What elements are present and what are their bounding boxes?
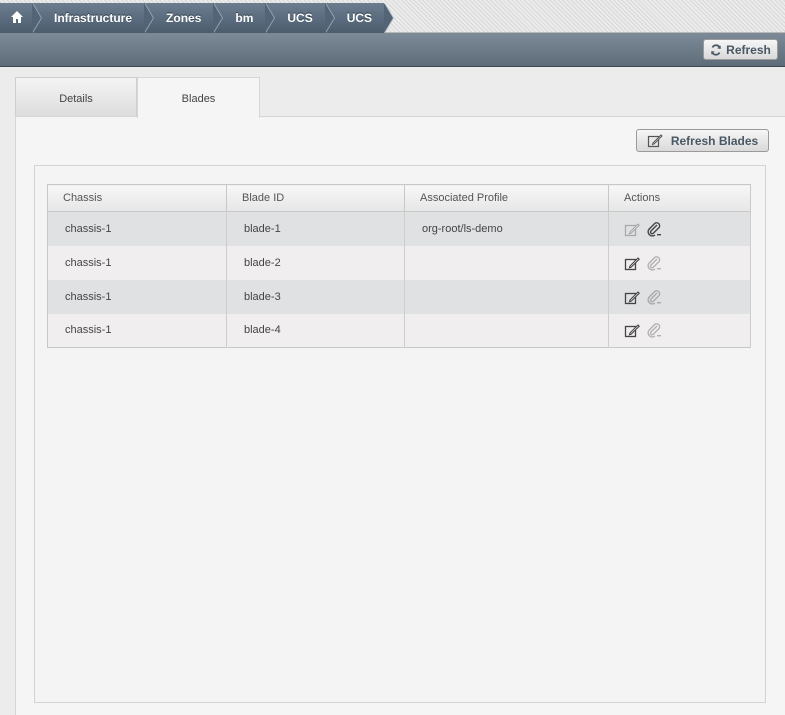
- refresh-label: Refresh: [726, 42, 771, 57]
- cell-blade-id: blade-4: [226, 313, 405, 348]
- cell-actions: [608, 313, 751, 348]
- cell-actions: [608, 245, 751, 280]
- breadcrumb: Infrastructure Zones bm UCS UCS: [0, 3, 395, 33]
- table-row[interactable]: chassis-1 blade-4: [47, 313, 751, 348]
- cell-chassis: chassis-1: [47, 245, 227, 280]
- blades-table: Chassis Blade ID Associated Profile Acti…: [47, 184, 751, 348]
- breadcrumb-home[interactable]: [0, 3, 42, 33]
- disassociate-profile-icon[interactable]: [646, 322, 662, 338]
- cell-blade-id: blade-3: [226, 279, 405, 314]
- cell-associated-profile: [404, 279, 609, 314]
- refresh-blades-label: Refresh Blades: [670, 133, 759, 148]
- cell-actions: [608, 279, 751, 314]
- refresh-icon: [711, 43, 722, 56]
- breadcrumb-bar: Infrastructure Zones bm UCS UCS: [0, 0, 785, 33]
- cell-chassis: chassis-1: [47, 211, 227, 246]
- table-header-row: Chassis Blade ID Associated Profile Acti…: [47, 184, 751, 212]
- home-icon: [11, 11, 23, 24]
- disassociate-profile-icon[interactable]: [646, 255, 662, 271]
- breadcrumb-zones[interactable]: Zones: [144, 3, 224, 33]
- cell-chassis: chassis-1: [47, 279, 227, 314]
- disassociate-profile-icon[interactable]: [646, 289, 662, 305]
- column-header-blade-id[interactable]: Blade ID: [226, 184, 405, 212]
- table-body: chassis-1 blade-1 org-root/ls-demo chassis-…: [47, 211, 751, 348]
- refresh-button[interactable]: Refresh: [703, 39, 778, 60]
- breadcrumb-infrastructure[interactable]: Infrastructure: [32, 3, 155, 33]
- column-header-associated-profile[interactable]: Associated Profile: [404, 184, 609, 212]
- disassociate-profile-icon[interactable]: [646, 221, 662, 237]
- table-row[interactable]: chassis-1 blade-1 org-root/ls-demo: [47, 211, 751, 246]
- edit-icon: [647, 134, 663, 148]
- associate-profile-icon[interactable]: [624, 221, 640, 237]
- tab-details[interactable]: Details: [15, 77, 137, 117]
- toolbar: Refresh: [0, 33, 785, 67]
- cell-blade-id: blade-1: [226, 211, 405, 246]
- table-row[interactable]: chassis-1 blade-2: [47, 245, 751, 280]
- column-header-chassis[interactable]: Chassis: [47, 184, 227, 212]
- cell-blade-id: blade-2: [226, 245, 405, 280]
- associate-profile-icon[interactable]: [624, 289, 640, 305]
- table-row[interactable]: chassis-1 blade-3: [47, 279, 751, 314]
- tab-blades[interactable]: Blades: [137, 77, 260, 118]
- cell-associated-profile: [404, 245, 609, 280]
- cell-chassis: chassis-1: [47, 313, 227, 348]
- refresh-blades-button[interactable]: Refresh Blades: [636, 129, 769, 152]
- column-header-actions: Actions: [608, 184, 751, 212]
- associate-profile-icon[interactable]: [624, 255, 640, 271]
- cell-associated-profile: org-root/ls-demo: [404, 211, 609, 246]
- cell-associated-profile: [404, 313, 609, 348]
- cell-actions: [608, 211, 751, 246]
- associate-profile-icon[interactable]: [624, 322, 640, 338]
